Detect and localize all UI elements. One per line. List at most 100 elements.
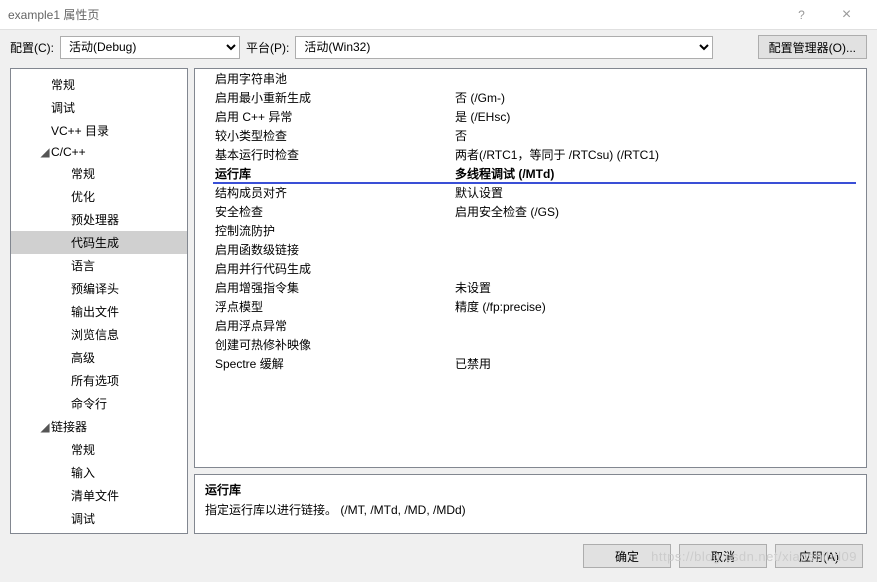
tree-node[interactable]: 命令行 — [11, 392, 187, 415]
property-label: 结构成员对齐 — [195, 184, 455, 201]
property-label: 安全检查 — [195, 203, 455, 220]
help-button[interactable]: ? — [779, 0, 824, 30]
tree-node-label: 常规 — [51, 76, 75, 93]
property-row[interactable]: 启用增强指令集未设置 — [195, 278, 866, 297]
tree-node[interactable]: 高级 — [11, 346, 187, 369]
property-row[interactable]: 启用字符串池 — [195, 69, 866, 88]
tree-node-label: 代码生成 — [71, 234, 119, 251]
tree-node-label: 浏览信息 — [71, 326, 119, 343]
property-row[interactable]: 较小类型检查否 — [195, 126, 866, 145]
tree-node-label: 输入 — [71, 464, 95, 481]
tree-node-label: 系统 — [71, 533, 95, 534]
property-label: 启用 C++ 异常 — [195, 108, 455, 125]
tree-node-label: 语言 — [71, 257, 95, 274]
tree-node[interactable]: 调试 — [11, 96, 187, 119]
tree-node[interactable]: 优化 — [11, 185, 187, 208]
property-label: 启用最小重新生成 — [195, 89, 455, 106]
description-panel: 运行库 指定运行库以进行链接。 (/MT, /MTd, /MD, /MDd) — [194, 474, 867, 534]
tree-node[interactable]: 常规 — [11, 162, 187, 185]
property-label: 启用字符串池 — [195, 70, 455, 87]
property-value: 未设置 — [455, 279, 866, 296]
tree-node[interactable]: ◢C/C++ — [11, 142, 187, 162]
tree-node-label: 调试 — [71, 510, 95, 527]
tree-node[interactable]: 输入 — [11, 461, 187, 484]
tree-node-label: VC++ 目录 — [51, 122, 109, 139]
property-label: 创建可热修补映像 — [195, 336, 455, 353]
property-row[interactable]: 启用浮点异常 — [195, 316, 866, 335]
property-value: 多线程调试 (/MTd) — [455, 165, 866, 182]
tree-node[interactable]: 常规 — [11, 73, 187, 96]
property-label: 启用浮点异常 — [195, 317, 455, 334]
property-row[interactable]: 启用 C++ 异常是 (/EHsc) — [195, 107, 866, 126]
tree-node[interactable]: 调试 — [11, 507, 187, 530]
property-row[interactable]: 运行库多线程调试 (/MTd) — [195, 164, 866, 183]
property-row[interactable]: Spectre 缓解已禁用 — [195, 354, 866, 373]
property-value: 精度 (/fp:precise) — [455, 298, 866, 315]
footer: 确定 取消 应用(A) — [0, 534, 877, 578]
property-value: 已禁用 — [455, 355, 866, 372]
ok-button[interactable]: 确定 — [583, 544, 671, 568]
property-value — [455, 336, 866, 353]
tree-node-label: 调试 — [51, 99, 75, 116]
tree-node[interactable]: VC++ 目录 — [11, 119, 187, 142]
tree-node-label: 命令行 — [71, 395, 107, 412]
config-manager-button[interactable]: 配置管理器(O)... — [758, 35, 867, 59]
property-label: 启用增强指令集 — [195, 279, 455, 296]
tree-node-label: 清单文件 — [71, 487, 119, 504]
titlebar: example1 属性页 ? × — [0, 0, 877, 30]
property-value: 两者(/RTC1，等同于 /RTCsu) (/RTC1) — [455, 146, 866, 163]
property-row[interactable]: 启用并行代码生成 — [195, 259, 866, 278]
property-row[interactable]: 控制流防护 — [195, 221, 866, 240]
toolbar: 配置(C): 活动(Debug) 平台(P): 活动(Win32) 配置管理器(… — [0, 30, 877, 64]
property-row[interactable]: 启用函数级链接 — [195, 240, 866, 259]
property-row[interactable]: 安全检查启用安全检查 (/GS) — [195, 202, 866, 221]
tree-node[interactable]: 代码生成 — [11, 231, 187, 254]
property-value: 是 (/EHsc) — [455, 108, 866, 125]
tree-node[interactable]: 系统 — [11, 530, 187, 534]
property-value: 启用安全检查 (/GS) — [455, 203, 866, 220]
property-label: 控制流防护 — [195, 222, 455, 239]
property-label: 浮点模型 — [195, 298, 455, 315]
tree-node[interactable]: 浏览信息 — [11, 323, 187, 346]
tree-caret-icon: ◢ — [39, 145, 51, 159]
property-label: 基本运行时检查 — [195, 146, 455, 163]
tree-node[interactable]: ◢链接器 — [11, 415, 187, 438]
property-label: Spectre 缓解 — [195, 355, 455, 372]
platform-select[interactable]: 活动(Win32) — [295, 36, 713, 59]
tree-node[interactable]: 清单文件 — [11, 484, 187, 507]
tree-node-label: 链接器 — [51, 418, 87, 435]
tree-node[interactable]: 预编译头 — [11, 277, 187, 300]
property-row[interactable]: 浮点模型精度 (/fp:precise) — [195, 297, 866, 316]
description-title: 运行库 — [205, 481, 856, 498]
platform-label: 平台(P): — [246, 39, 289, 56]
tree-node-label: 常规 — [71, 165, 95, 182]
tree-node-label: C/C++ — [51, 145, 86, 159]
tree-node[interactable]: 语言 — [11, 254, 187, 277]
property-label: 较小类型检查 — [195, 127, 455, 144]
tree-node-label: 输出文件 — [71, 303, 119, 320]
tree-node-label: 高级 — [71, 349, 95, 366]
property-value — [455, 241, 866, 258]
tree-node[interactable]: 常规 — [11, 438, 187, 461]
tree-node[interactable]: 输出文件 — [11, 300, 187, 323]
tree-node-label: 预编译头 — [71, 280, 119, 297]
property-label: 启用函数级链接 — [195, 241, 455, 258]
tree-node[interactable]: 预处理器 — [11, 208, 187, 231]
close-button[interactable]: × — [824, 0, 869, 30]
property-label: 运行库 — [195, 165, 455, 182]
tree-caret-icon: ◢ — [39, 420, 51, 434]
tree-node[interactable]: 所有选项 — [11, 369, 187, 392]
apply-button[interactable]: 应用(A) — [775, 544, 863, 568]
cancel-button[interactable]: 取消 — [679, 544, 767, 568]
property-row[interactable]: 基本运行时检查两者(/RTC1，等同于 /RTCsu) (/RTC1) — [195, 145, 866, 164]
property-label: 启用并行代码生成 — [195, 260, 455, 277]
property-row[interactable]: 创建可热修补映像 — [195, 335, 866, 354]
property-value: 默认设置 — [455, 184, 866, 201]
property-row[interactable]: 启用最小重新生成否 (/Gm-) — [195, 88, 866, 107]
property-value — [455, 222, 866, 239]
config-select[interactable]: 活动(Debug) — [60, 36, 240, 59]
property-row[interactable]: 结构成员对齐默认设置 — [195, 183, 866, 202]
tree-node-label: 所有选项 — [71, 372, 119, 389]
tree-panel: 常规调试VC++ 目录◢C/C++常规优化预处理器代码生成语言预编译头输出文件浏… — [10, 68, 188, 534]
property-value: 否 (/Gm-) — [455, 89, 866, 106]
